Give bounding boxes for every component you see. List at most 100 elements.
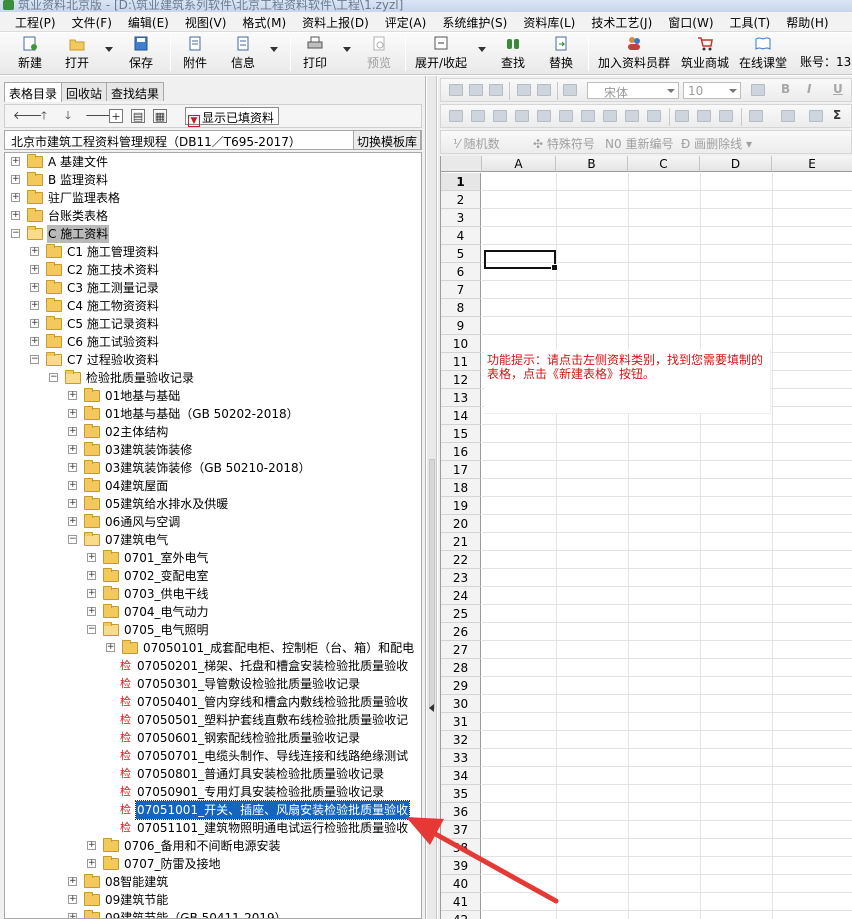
sum-button[interactable]: Σ bbox=[833, 108, 841, 122]
row-header[interactable]: 23 bbox=[441, 569, 481, 587]
tree-form-item[interactable]: 检 07050501_塑料护套线直敷布线检验批质量验收记 bbox=[5, 711, 421, 729]
row-header[interactable]: 10 bbox=[441, 335, 481, 353]
align-middle-icon[interactable] bbox=[697, 110, 711, 122]
cut-icon[interactable] bbox=[449, 84, 463, 96]
row-header[interactable]: 6 bbox=[441, 263, 481, 281]
expand-node-icon[interactable]: + bbox=[30, 247, 39, 256]
info-button[interactable]: 信息 bbox=[228, 36, 258, 72]
insert-row-icon[interactable] bbox=[515, 110, 529, 122]
move-left-icon[interactable]: 🡐 bbox=[13, 109, 43, 123]
delete-row-icon[interactable] bbox=[559, 110, 573, 122]
open-dropdown[interactable] bbox=[105, 47, 113, 52]
random-number-button[interactable]: ⅟ 随机数 bbox=[453, 135, 500, 152]
expand-node-icon[interactable]: + bbox=[68, 391, 77, 400]
paste-icon[interactable] bbox=[489, 84, 503, 96]
tree-folder-item[interactable]: +02主体结构 bbox=[5, 423, 421, 441]
row-header[interactable]: 16 bbox=[441, 443, 481, 461]
menu-tech[interactable]: 技术工艺(J) bbox=[591, 12, 652, 31]
tree-folder-item[interactable]: + C1 施工管理资料 bbox=[5, 243, 421, 261]
row-header[interactable]: 29 bbox=[441, 677, 481, 695]
cell-style-icon[interactable] bbox=[781, 110, 795, 122]
row-header[interactable]: 42 bbox=[441, 911, 481, 919]
menu-project[interactable]: 工程(P) bbox=[15, 12, 56, 31]
tree-folder-item[interactable]: +07050101_成套配电柜、控制柜（台、箱）和配电 bbox=[5, 639, 421, 657]
row-header[interactable]: 1 bbox=[441, 173, 481, 191]
move-down-icon[interactable]: 🡓 bbox=[61, 109, 75, 123]
format-painter-icon[interactable] bbox=[563, 84, 577, 96]
expand-node-icon[interactable]: + bbox=[11, 175, 20, 184]
border-icon[interactable] bbox=[749, 110, 763, 122]
column-header-a[interactable]: A bbox=[482, 156, 556, 172]
row-header[interactable]: 5 bbox=[441, 245, 481, 263]
font-size-select[interactable]: 10 bbox=[683, 82, 741, 99]
tree-folder-item[interactable]: + B 监理资料 bbox=[5, 171, 421, 189]
expand-node-icon[interactable]: + bbox=[87, 859, 96, 868]
tree-folder-item[interactable]: +09建筑节能（GB 50411-2019） bbox=[5, 909, 421, 918]
tree-folder-item[interactable]: + C5 施工记录资料 bbox=[5, 315, 421, 333]
expand-node-icon[interactable]: + bbox=[68, 895, 77, 904]
expand-node-icon[interactable]: + bbox=[87, 607, 96, 616]
menu-tools[interactable]: 工具(T) bbox=[730, 12, 771, 31]
collapse-node-icon[interactable]: − bbox=[30, 355, 39, 364]
menu-help[interactable]: 帮助(H) bbox=[786, 12, 828, 31]
expand-node-icon[interactable]: + bbox=[68, 409, 77, 418]
tree-folder-item[interactable]: − C7 过程验收资料 bbox=[5, 351, 421, 369]
collapse-node-icon[interactable]: − bbox=[68, 535, 77, 544]
open-button[interactable]: 打开 bbox=[62, 36, 92, 72]
tree-form-item[interactable]: 检 07050401_管内穿线和槽盒内敷线检验批质量验收 bbox=[5, 693, 421, 711]
expand-node-icon[interactable]: + bbox=[87, 589, 96, 598]
row-header[interactable]: 38 bbox=[441, 839, 481, 857]
move-up-icon[interactable]: 🡑 bbox=[37, 109, 51, 123]
row-header[interactable]: 34 bbox=[441, 767, 481, 785]
replace-button[interactable]: 替换 bbox=[546, 36, 576, 72]
menu-report[interactable]: 资料上报(D) bbox=[302, 12, 369, 31]
expand-node-icon[interactable]: + bbox=[106, 643, 115, 652]
grid-corner[interactable] bbox=[441, 156, 482, 172]
tree-folder-item[interactable]: +01地基与基础（GB 50202-2018） bbox=[5, 405, 421, 423]
undo-icon[interactable] bbox=[517, 84, 531, 96]
tree-folder-item[interactable]: − 检验批质量验收记录 bbox=[5, 369, 421, 387]
preview-button[interactable]: 预览 bbox=[364, 36, 394, 72]
row-header[interactable]: 36 bbox=[441, 803, 481, 821]
row-header[interactable]: 4 bbox=[441, 227, 481, 245]
row-header[interactable]: 18 bbox=[441, 479, 481, 497]
collapse-left-arrow-icon[interactable] bbox=[429, 704, 434, 712]
panel-splitter[interactable] bbox=[427, 76, 437, 919]
delete-column-icon[interactable] bbox=[581, 110, 595, 122]
print-button[interactable]: 打印 bbox=[300, 36, 330, 72]
tree-folder-item[interactable]: + 驻厂监理表格 bbox=[5, 189, 421, 207]
row-header[interactable]: 35 bbox=[441, 785, 481, 803]
expand-collapse-button[interactable]: 展开/收起 bbox=[412, 36, 470, 72]
find-button[interactable]: 查找 bbox=[498, 36, 528, 72]
merge-cells-icon[interactable] bbox=[449, 110, 463, 122]
tree-folder-item[interactable]: +0707_防雷及接地 bbox=[5, 855, 421, 873]
tree-folder-item[interactable]: +0704_电气动力 bbox=[5, 603, 421, 621]
online-class-button[interactable]: 在线课堂 bbox=[738, 36, 788, 72]
menu-window[interactable]: 窗口(W) bbox=[668, 12, 713, 31]
tab-table-catalog[interactable]: 表格目录 bbox=[4, 82, 63, 102]
row-header[interactable]: 33 bbox=[441, 749, 481, 767]
row-header[interactable]: 25 bbox=[441, 605, 481, 623]
expand-node-icon[interactable]: + bbox=[68, 517, 77, 526]
tree-folder-item[interactable]: +01地基与基础 bbox=[5, 387, 421, 405]
row-header[interactable]: 11 bbox=[441, 353, 481, 371]
tree-folder-item[interactable]: +0702_变配电室 bbox=[5, 567, 421, 585]
row-header[interactable]: 27 bbox=[441, 641, 481, 659]
add-table-icon[interactable]: + bbox=[109, 109, 123, 123]
expand-node-icon[interactable]: + bbox=[30, 319, 39, 328]
row-header[interactable]: 37 bbox=[441, 821, 481, 839]
row-header[interactable]: 20 bbox=[441, 515, 481, 533]
menu-format[interactable]: 格式(M) bbox=[242, 12, 286, 31]
expand-node-icon[interactable]: + bbox=[30, 265, 39, 274]
save-button[interactable]: 保存 bbox=[126, 36, 156, 72]
standard-selector[interactable]: 北京市建筑工程资料管理规程（DB11／T695-2017） 切换模板库 bbox=[4, 130, 422, 150]
tree-form-item[interactable]: 检 07051001_开关、插座、风扇安装检验批质量验收 bbox=[5, 800, 421, 820]
menu-library[interactable]: 资料库(L) bbox=[523, 12, 575, 31]
collapse-node-icon[interactable]: − bbox=[87, 625, 96, 634]
tree-folder-item[interactable]: +0703_供电干线 bbox=[5, 585, 421, 603]
row-header[interactable]: 2 bbox=[441, 191, 481, 209]
show-filled-button[interactable]: ▼ 显示已填资料 bbox=[185, 107, 280, 127]
expand-node-icon[interactable]: + bbox=[11, 193, 20, 202]
print-dropdown[interactable] bbox=[343, 47, 351, 52]
row-header[interactable]: 8 bbox=[441, 299, 481, 317]
